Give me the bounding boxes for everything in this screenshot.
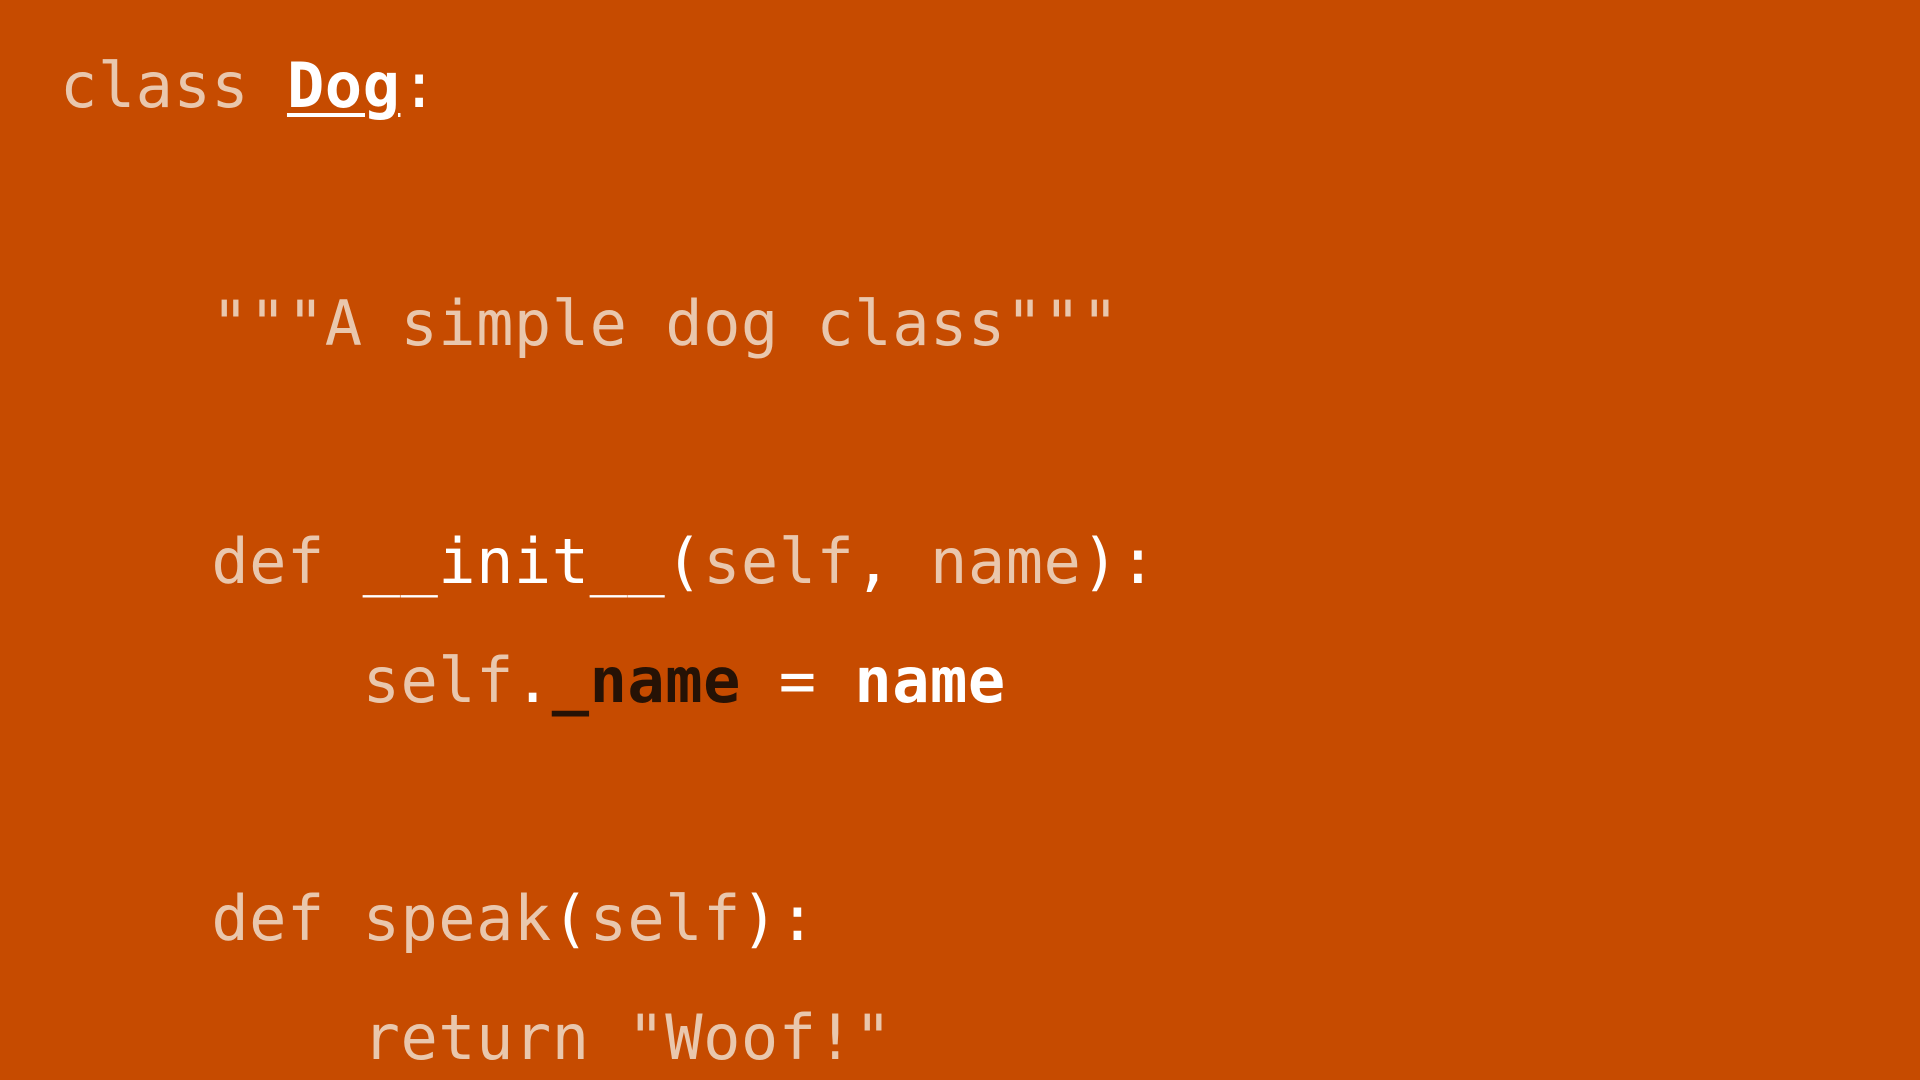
paren-close: ) [741, 882, 779, 955]
arg-self: self [703, 525, 854, 598]
colon: : [779, 882, 817, 955]
keyword-return: return [363, 1001, 628, 1074]
identifier-name: name [854, 644, 1005, 717]
python-code-block: class Dog: """A simple dog class""" def … [60, 26, 1157, 1080]
keyword-def: def [211, 525, 362, 598]
arg-self: self [590, 882, 741, 955]
keyword-def: def [211, 882, 362, 955]
comma: , [854, 525, 930, 598]
colon: : [1119, 525, 1157, 598]
equals: = [741, 644, 854, 717]
paren-close: ) [1081, 525, 1119, 598]
attr-name: _name [552, 644, 741, 717]
class-name: Dog [287, 49, 400, 122]
dot: . [514, 644, 552, 717]
paren-open: ( [552, 882, 590, 955]
keyword-class: class [60, 49, 287, 122]
docstring: """A simple dog class""" [211, 287, 1119, 360]
paren-open: ( [665, 525, 703, 598]
arg-name: name [930, 525, 1081, 598]
code-slide: class Dog: """A simple dog class""" def … [0, 0, 1920, 1080]
self: self [363, 644, 514, 717]
method-speak: speak [363, 882, 552, 955]
string-literal: "Woof!" [627, 1001, 892, 1074]
method-init: __init__ [363, 525, 666, 598]
colon: : [400, 49, 438, 122]
